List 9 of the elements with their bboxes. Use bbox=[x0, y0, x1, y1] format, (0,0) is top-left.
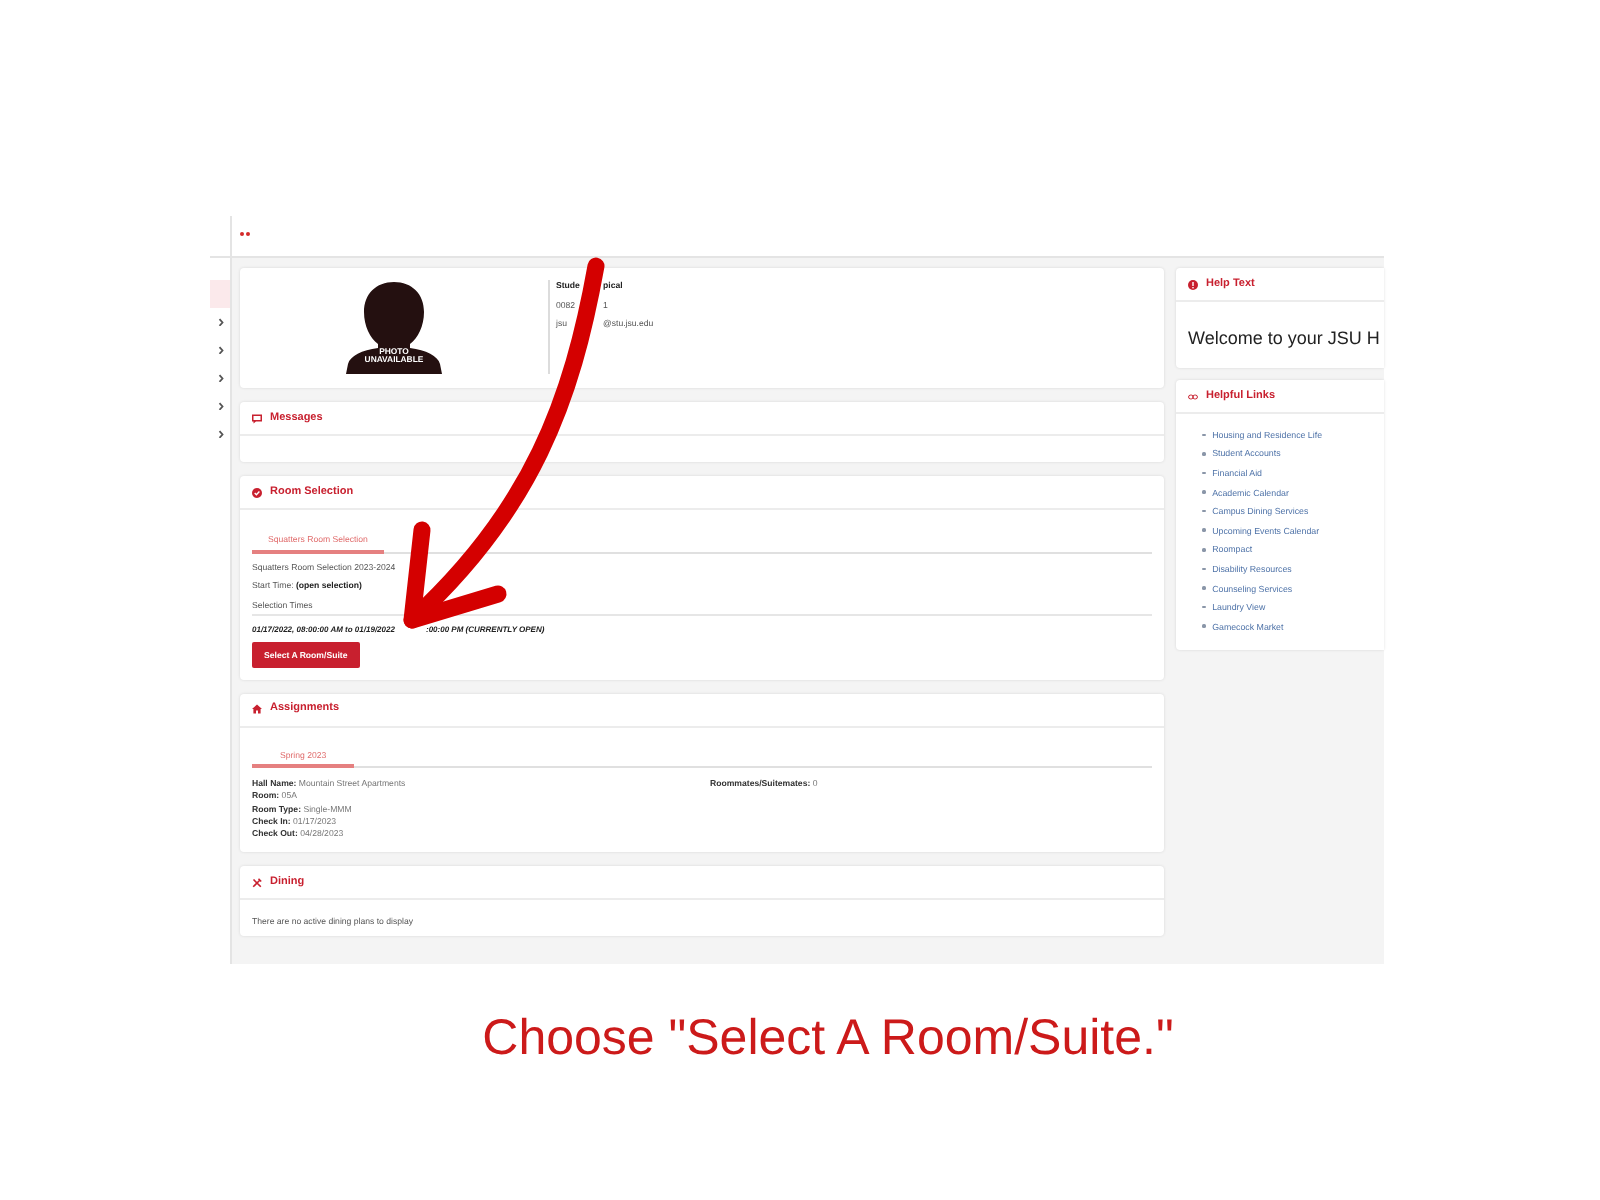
instruction-caption: Choose "Select A Room/Suite." bbox=[482, 1008, 1174, 1068]
profile-photo-placeholder bbox=[346, 282, 442, 374]
welcome-text: Welcome to your JSU H bbox=[1186, 325, 1382, 352]
check-circle-icon bbox=[252, 487, 262, 497]
home-icon bbox=[252, 704, 262, 714]
utensils-icon bbox=[252, 877, 262, 888]
message-icon bbox=[252, 413, 262, 423]
link-icon bbox=[1188, 391, 1198, 401]
alert-icon bbox=[1188, 279, 1198, 289]
